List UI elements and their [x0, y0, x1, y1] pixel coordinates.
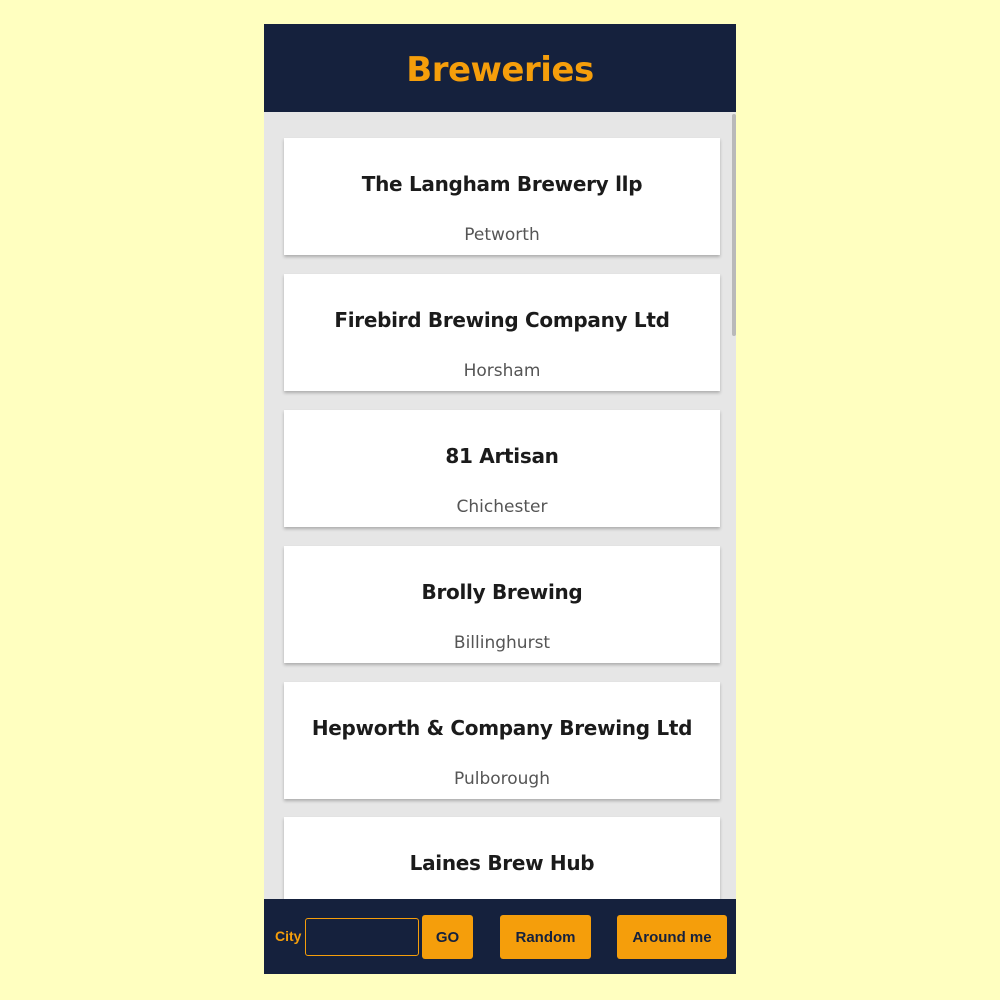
brewery-city: Billinghurst — [453, 633, 551, 653]
brewery-city: Petworth — [464, 225, 540, 245]
page-title: Breweries — [406, 50, 594, 90]
brewery-name: 81 Artisan — [445, 444, 559, 468]
brewery-card[interactable]: Firebird Brewing Company Ltd Horsham — [284, 274, 720, 391]
header: Breweries — [264, 24, 736, 112]
brewery-name: Firebird Brewing Company Ltd — [334, 308, 670, 332]
app-window: Breweries The Langham Brewery llp Petwor… — [264, 24, 736, 974]
list-scrollbar[interactable] — [732, 114, 736, 336]
brewery-name: Brolly Brewing — [421, 580, 583, 604]
brewery-name: The Langham Brewery llp — [361, 172, 643, 196]
go-button[interactable]: GO — [422, 915, 473, 959]
footer-toolbar: City GO Random Around me — [264, 899, 736, 974]
brewery-card[interactable]: 81 Artisan Chichester — [284, 410, 720, 527]
brewery-card[interactable]: Laines Brew Hub — [284, 817, 720, 899]
brewery-city: Horsham — [463, 361, 541, 381]
brewery-card[interactable]: The Langham Brewery llp Petworth — [284, 138, 720, 255]
around-me-button[interactable]: Around me — [617, 915, 727, 959]
brewery-city: Pulborough — [454, 769, 550, 789]
brewery-name: Laines Brew Hub — [409, 851, 595, 875]
brewery-card[interactable]: Brolly Brewing Billinghurst — [284, 546, 720, 663]
city-input[interactable] — [305, 918, 419, 956]
brewery-card[interactable]: Hepworth & Company Brewing Ltd Pulboroug… — [284, 682, 720, 799]
brewery-city: Chichester — [456, 497, 548, 517]
random-button[interactable]: Random — [500, 915, 591, 959]
brewery-list[interactable]: The Langham Brewery llp Petworth Firebir… — [264, 112, 736, 899]
brewery-name: Hepworth & Company Brewing Ltd — [311, 716, 693, 740]
city-label: City — [275, 928, 302, 944]
